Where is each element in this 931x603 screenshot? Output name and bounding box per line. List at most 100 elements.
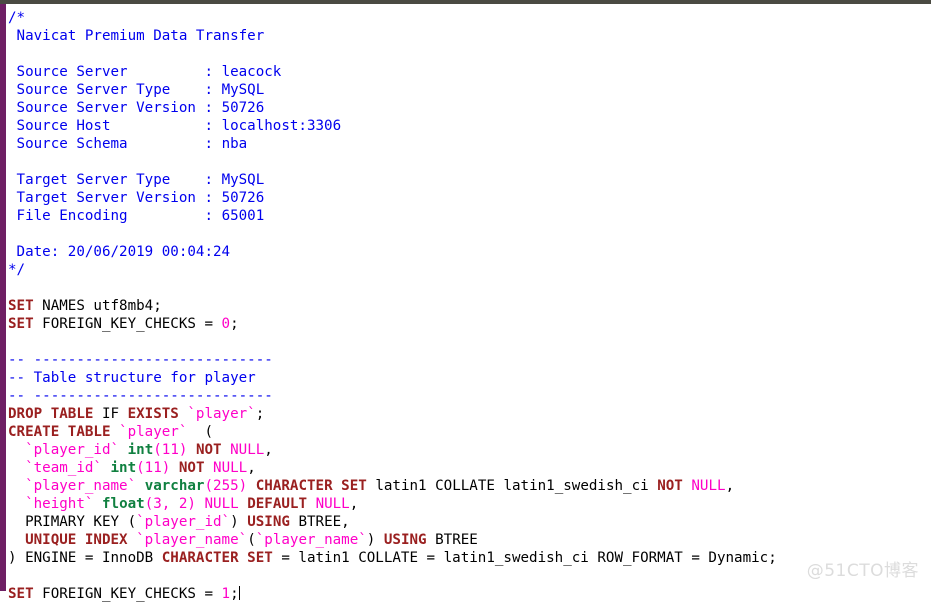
datatype-args: (11) xyxy=(136,460,171,476)
comment-date-line: Date: 20/06/2019 00:04:24 xyxy=(8,243,931,261)
comma: , xyxy=(349,496,359,512)
field-separator: : xyxy=(204,172,222,188)
field-label: Source Host xyxy=(8,118,205,134)
table-comment-rule-top: -- ---------------------------- xyxy=(8,351,931,369)
datatype-args: (11) xyxy=(153,442,188,458)
fk-on-terminator: ; xyxy=(230,586,239,602)
index-type: BTREE, xyxy=(289,514,350,530)
column-def-height: `height` float(3, 2) NULL DEFAULT NULL, xyxy=(8,495,931,513)
keyword-using: USING xyxy=(383,532,427,548)
field-separator: : xyxy=(204,64,222,80)
comment-field-source-server: Source Server : leacock xyxy=(8,63,931,81)
comment-rule: -- ---------------------------- xyxy=(8,388,273,404)
statement-set-names: SET NAMES utf8mb4; xyxy=(8,297,931,315)
field-label: Source Server Type xyxy=(8,82,205,98)
table-options: = latin1 COLLATE = latin1_swedish_ci ROW… xyxy=(272,550,777,566)
comment-field-source-server-type: Source Server Type : MySQL xyxy=(8,81,931,99)
field-value: 65001 xyxy=(221,208,265,224)
sql-code-area[interactable]: /* Navicat Premium Data Transfer Source … xyxy=(6,4,931,602)
field-value: MySQL xyxy=(221,82,265,98)
datatype-args: (255) xyxy=(204,478,248,494)
comment-field-source-schema: Source Schema : nba xyxy=(8,135,931,153)
keyword-exists: EXISTS xyxy=(127,406,179,422)
blank-line-c xyxy=(8,567,931,585)
identifier-column: `height` xyxy=(25,496,94,512)
keyword-create-table: CREATE TABLE xyxy=(8,424,111,440)
field-label: File Encoding xyxy=(8,208,205,224)
datatype-args: (3, 2) xyxy=(144,496,196,512)
keyword-set: SET xyxy=(8,316,34,332)
index-type: BTREE xyxy=(426,532,478,548)
keyword-set: SET xyxy=(8,298,34,314)
set-names-rest: NAMES utf8mb4; xyxy=(33,298,162,314)
close-paren: ) xyxy=(230,514,248,530)
text-caret xyxy=(238,586,240,600)
keyword-using: USING xyxy=(247,514,290,530)
keyword-drop-table: DROP TABLE xyxy=(8,406,94,422)
plain-if: IF xyxy=(93,406,128,422)
datatype: int xyxy=(127,442,154,458)
field-value: localhost:3306 xyxy=(221,118,342,134)
keyword-not: NOT xyxy=(178,460,205,476)
comment-field-target-server-type: Target Server Type : MySQL xyxy=(8,171,931,189)
keyword-set: SET xyxy=(247,550,273,566)
comment-field-file-encoding: File Encoding : 65001 xyxy=(8,207,931,225)
statement-fk-checks-on: SET FOREIGN_KEY_CHECKS = 1; xyxy=(8,585,931,603)
comma: , xyxy=(264,442,273,458)
keyword-set: SET xyxy=(8,586,34,602)
identifier-table: `player` xyxy=(119,424,188,440)
keyword-character: CHARACTER xyxy=(255,478,333,494)
keyword-null: NULL xyxy=(213,460,248,476)
table-comment-text: -- Table structure for player xyxy=(8,369,931,387)
sql-editor-window: /* Navicat Premium Data Transfer Source … xyxy=(0,0,931,602)
comment-text: -- Table structure for player xyxy=(8,370,256,386)
keyword-not: NOT xyxy=(657,478,683,494)
field-separator: : xyxy=(204,190,222,206)
field-label: Target Server Type xyxy=(8,172,205,188)
fk-off-expression: FOREIGN_KEY_CHECKS = xyxy=(33,316,222,332)
primary-key-text: PRIMARY KEY ( xyxy=(25,514,137,530)
column-def-team-id: `team_id` int(11) NOT NULL, xyxy=(8,459,931,477)
open-paren: ( xyxy=(187,424,214,440)
keyword-character: CHARACTER xyxy=(161,550,239,566)
open-paren: ( xyxy=(247,532,256,548)
field-separator: : xyxy=(204,100,222,116)
keyword-null: NULL xyxy=(691,478,726,494)
datatype: varchar xyxy=(144,478,205,494)
keyword-unique-index: UNIQUE INDEX xyxy=(25,532,128,548)
comment-close-line: */ xyxy=(8,261,931,279)
comma: , xyxy=(725,478,735,494)
identifier-table: `player` xyxy=(187,406,256,422)
identifier-column: `player_name` xyxy=(25,478,137,494)
statement-create-table: CREATE TABLE `player` ( xyxy=(8,423,931,441)
watermark: @51CTO博客 xyxy=(806,561,919,581)
keyword-null: NULL xyxy=(315,496,350,512)
statement-drop-table: DROP TABLE IF EXISTS `player`; xyxy=(8,405,931,423)
field-label: Source Server Version xyxy=(8,100,205,116)
field-value: MySQL xyxy=(221,172,265,188)
field-label: Source Server xyxy=(8,64,205,80)
field-value: leacock xyxy=(221,64,282,80)
keyword-set: SET xyxy=(341,478,367,494)
fk-on-value: 1 xyxy=(221,586,231,602)
comment-field-source-server-version: Source Server Version : 50726 xyxy=(8,99,931,117)
fk-on-expression: FOREIGN_KEY_CHECKS = xyxy=(33,586,222,602)
blank-line-a xyxy=(8,279,931,297)
comma: , xyxy=(247,460,256,476)
